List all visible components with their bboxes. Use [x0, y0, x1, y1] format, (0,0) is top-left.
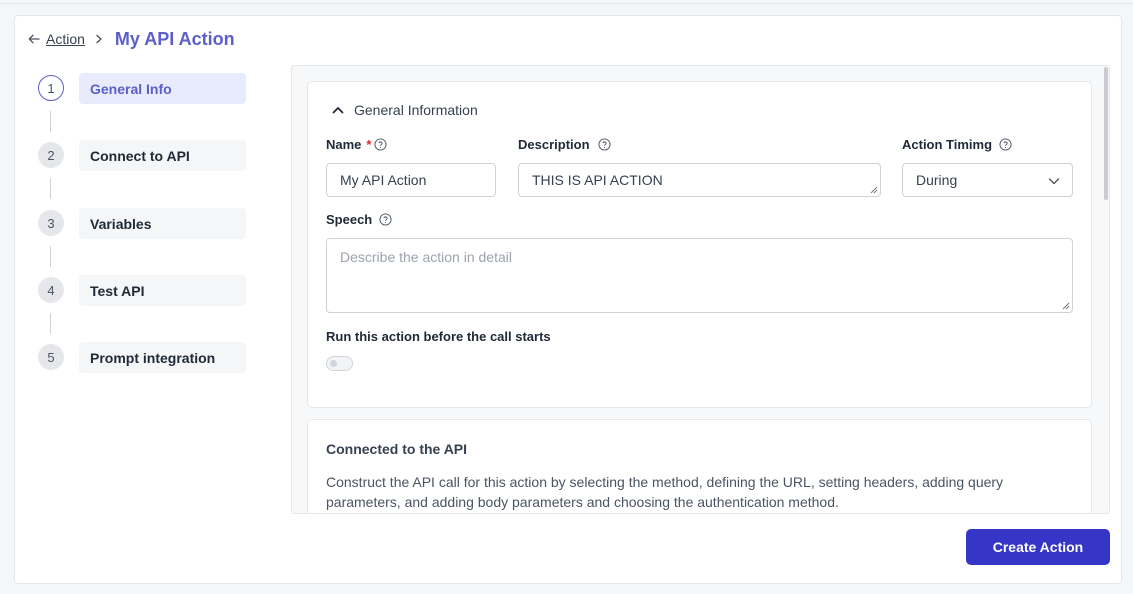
speech-label: Speech	[326, 212, 392, 227]
arrow-left-icon[interactable]	[27, 32, 41, 46]
step-prompt-integration[interactable]: 5 Prompt integration	[38, 342, 246, 373]
chevron-up-icon	[331, 103, 345, 117]
connected-api-title: Connected to the API	[326, 441, 468, 457]
step-label[interactable]: Prompt integration	[79, 342, 246, 373]
step-label[interactable]: General Info	[79, 73, 246, 104]
top-divider	[0, 0, 1133, 4]
step-number: 3	[38, 210, 64, 236]
step-connector	[50, 111, 51, 132]
step-number: 1	[38, 75, 64, 101]
page-title: My API Action	[114, 28, 235, 49]
speech-textarea[interactable]: Describe the action in detail	[326, 238, 1073, 313]
step-connect-to-api[interactable]: 2 Connect to API	[38, 140, 246, 171]
step-label[interactable]: Test API	[79, 275, 246, 306]
help-circle-icon[interactable]	[373, 138, 387, 152]
speech-label-text: Speech	[326, 212, 373, 227]
description-value: THIS IS API ACTION	[532, 172, 663, 188]
step-label[interactable]: Connect to API	[79, 140, 246, 171]
resize-handle-icon[interactable]	[870, 186, 878, 194]
breadcrumb: Action My API Action	[27, 28, 235, 50]
breadcrumb-action-link[interactable]: Action	[46, 31, 85, 47]
name-label: Name *	[326, 137, 387, 152]
timing-label: Action Timimg	[902, 137, 1012, 152]
timing-label-text: Action Timimg	[902, 137, 993, 152]
name-label-text: Name	[326, 137, 362, 152]
section-title: General Information	[354, 102, 478, 118]
run-before-call-toggle[interactable]	[326, 356, 353, 371]
step-test-api[interactable]: 4 Test API	[38, 275, 246, 306]
speech-placeholder: Describe the action in detail	[340, 249, 512, 265]
general-information-toggle[interactable]: General Information	[331, 102, 478, 118]
help-circle-icon[interactable]	[378, 213, 392, 227]
run-before-call-label: Run this action before the call starts	[326, 329, 551, 344]
description-label-text: Description	[518, 137, 590, 152]
connected-api-card: Connected to the API Construct the API c…	[307, 419, 1092, 513]
chevron-down-icon	[1048, 178, 1060, 185]
step-number: 4	[38, 277, 64, 303]
chevron-right-icon	[92, 32, 106, 46]
step-general-info[interactable]: 1 General Info	[38, 73, 246, 104]
required-mark: *	[366, 137, 372, 152]
help-circle-icon[interactable]	[998, 138, 1012, 152]
create-action-button[interactable]: Create Action	[966, 529, 1110, 565]
description-label: Description	[518, 137, 612, 152]
form-panel[interactable]: General Information Name * My API Action…	[291, 65, 1110, 514]
step-label[interactable]: Variables	[79, 208, 246, 239]
resize-handle-icon[interactable]	[1062, 302, 1070, 310]
name-input[interactable]: My API Action	[326, 163, 496, 197]
connected-api-description: Construct the API call for this action b…	[326, 474, 1004, 510]
timing-select[interactable]: During	[902, 163, 1073, 197]
general-information-card: General Information Name * My API Action…	[307, 81, 1092, 408]
step-connector	[50, 313, 51, 334]
step-connector	[50, 246, 51, 267]
help-circle-icon[interactable]	[598, 138, 612, 152]
step-number: 5	[38, 344, 64, 370]
toggle-knob	[330, 360, 337, 367]
scrollbar[interactable]	[1104, 67, 1108, 200]
step-number: 2	[38, 142, 64, 168]
timing-value: During	[916, 172, 958, 188]
description-textarea[interactable]: THIS IS API ACTION	[518, 163, 881, 197]
step-variables[interactable]: 3 Variables	[38, 208, 246, 239]
step-connector	[50, 178, 51, 199]
